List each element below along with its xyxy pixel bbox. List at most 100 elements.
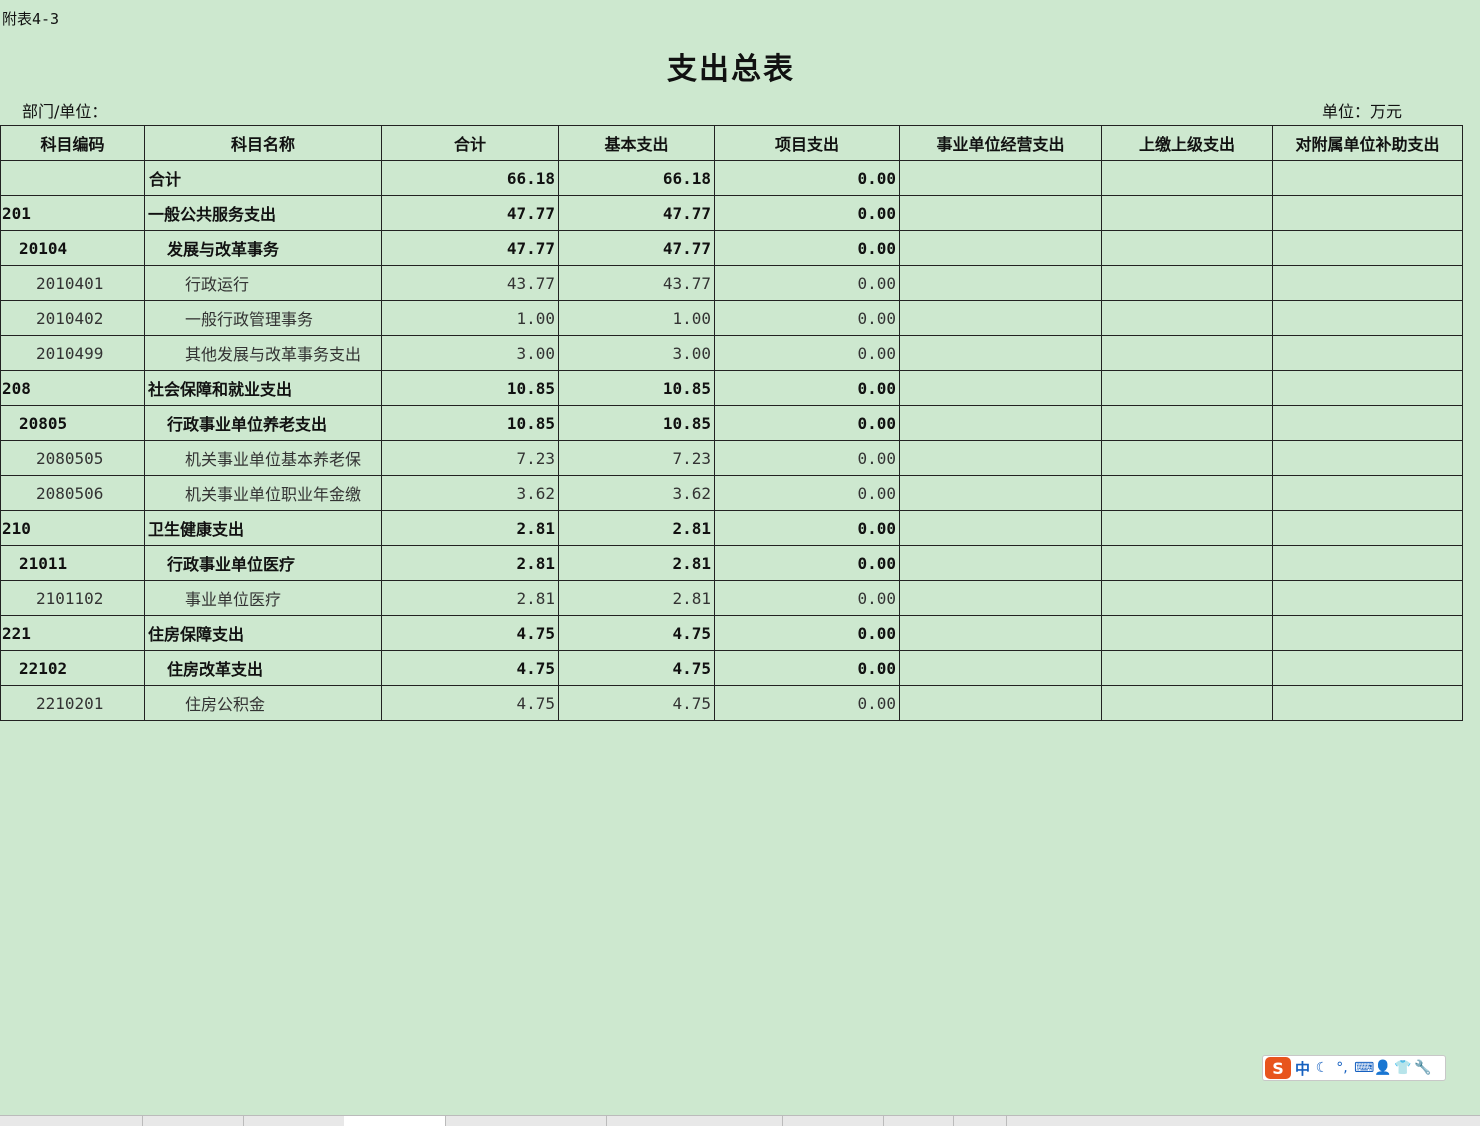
col-header-subsidiary[interactable]: 对附属单位补助支出: [1272, 125, 1463, 161]
cell-project[interactable]: 0.00: [714, 230, 900, 266]
cell-subsidiary[interactable]: [1272, 335, 1463, 371]
cell-project[interactable]: 0.00: [714, 475, 900, 511]
moon-icon[interactable]: ☾: [1314, 1060, 1330, 1076]
punctuation-icon[interactable]: °,: [1334, 1060, 1350, 1076]
cell-business[interactable]: [899, 195, 1102, 231]
cell-name[interactable]: 机关事业单位基本养老保: [144, 440, 382, 476]
cell-project[interactable]: 0.00: [714, 195, 900, 231]
cell-basic[interactable]: 2.81: [558, 545, 715, 581]
cell-basic[interactable]: 10.85: [558, 370, 715, 406]
cell-project[interactable]: 0.00: [714, 160, 900, 196]
col-header-code[interactable]: 科目编码: [0, 125, 145, 161]
cell-upper[interactable]: [1101, 580, 1273, 616]
cell-code[interactable]: 20104: [0, 230, 145, 266]
cell-basic[interactable]: 4.75: [558, 685, 715, 721]
cell-subsidiary[interactable]: [1272, 510, 1463, 546]
cell-subsidiary[interactable]: [1272, 475, 1463, 511]
cell-upper[interactable]: [1101, 230, 1273, 266]
sogou-logo-icon[interactable]: S: [1265, 1057, 1291, 1079]
cell-total[interactable]: 47.77: [381, 230, 559, 266]
cell-business[interactable]: [899, 650, 1102, 686]
col-header-basic[interactable]: 基本支出: [558, 125, 715, 161]
cell-total[interactable]: 43.77: [381, 265, 559, 301]
cell-name[interactable]: 住房保障支出: [144, 615, 382, 651]
cell-total[interactable]: 4.75: [381, 615, 559, 651]
cell-code[interactable]: [0, 160, 145, 196]
cell-total[interactable]: 2.81: [381, 545, 559, 581]
wrench-icon[interactable]: 🔧: [1414, 1060, 1431, 1076]
skin-icon[interactable]: 👕: [1394, 1060, 1411, 1076]
cell-subsidiary[interactable]: [1272, 685, 1463, 721]
cell-name[interactable]: 住房改革支出: [144, 650, 382, 686]
cell-basic[interactable]: 47.77: [558, 195, 715, 231]
cell-project[interactable]: 0.00: [714, 370, 900, 406]
cell-total[interactable]: 66.18: [381, 160, 559, 196]
cell-total[interactable]: 2.81: [381, 580, 559, 616]
cell-upper[interactable]: [1101, 615, 1273, 651]
cell-basic[interactable]: 3.62: [558, 475, 715, 511]
cell-subsidiary[interactable]: [1272, 265, 1463, 301]
cell-total[interactable]: 4.75: [381, 650, 559, 686]
cell-basic[interactable]: 2.81: [558, 580, 715, 616]
cell-project[interactable]: 0.00: [714, 650, 900, 686]
cell-code[interactable]: 208: [0, 370, 145, 406]
cell-project[interactable]: 0.00: [714, 300, 900, 336]
cell-name[interactable]: 卫生健康支出: [144, 510, 382, 546]
cell-project[interactable]: 0.00: [714, 685, 900, 721]
cell-total[interactable]: 3.00: [381, 335, 559, 371]
cell-code[interactable]: 2010499: [0, 335, 145, 371]
cell-upper[interactable]: [1101, 545, 1273, 581]
cell-business[interactable]: [899, 615, 1102, 651]
cell-code[interactable]: 21011: [0, 545, 145, 581]
cell-project[interactable]: 0.00: [714, 440, 900, 476]
cell-code[interactable]: 2101102: [0, 580, 145, 616]
ime-mode-toggle[interactable]: 中: [1295, 1058, 1310, 1079]
user-icon[interactable]: 👤: [1374, 1060, 1391, 1076]
cell-code[interactable]: 201: [0, 195, 145, 231]
cell-business[interactable]: [899, 440, 1102, 476]
cell-code[interactable]: 221: [0, 615, 145, 651]
col-header-business[interactable]: 事业单位经营支出: [899, 125, 1102, 161]
cell-upper[interactable]: [1101, 685, 1273, 721]
cell-upper[interactable]: [1101, 405, 1273, 441]
cell-upper[interactable]: [1101, 335, 1273, 371]
cell-subsidiary[interactable]: [1272, 650, 1463, 686]
cell-total[interactable]: 47.77: [381, 195, 559, 231]
cell-name[interactable]: 行政事业单位养老支出: [144, 405, 382, 441]
cell-subsidiary[interactable]: [1272, 370, 1463, 406]
cell-business[interactable]: [899, 545, 1102, 581]
cell-name[interactable]: 发展与改革事务: [144, 230, 382, 266]
cell-total[interactable]: 10.85: [381, 405, 559, 441]
cell-upper[interactable]: [1101, 370, 1273, 406]
cell-total[interactable]: 10.85: [381, 370, 559, 406]
cell-code[interactable]: 2010402: [0, 300, 145, 336]
cell-basic[interactable]: 1.00: [558, 300, 715, 336]
cell-name[interactable]: 住房公积金: [144, 685, 382, 721]
cell-business[interactable]: [899, 300, 1102, 336]
cell-name[interactable]: 事业单位医疗: [144, 580, 382, 616]
cell-project[interactable]: 0.00: [714, 545, 900, 581]
cell-subsidiary[interactable]: [1272, 195, 1463, 231]
cell-upper[interactable]: [1101, 440, 1273, 476]
cell-basic[interactable]: 4.75: [558, 650, 715, 686]
cell-project[interactable]: 0.00: [714, 510, 900, 546]
cell-name[interactable]: 一般公共服务支出: [144, 195, 382, 231]
cell-business[interactable]: [899, 580, 1102, 616]
cell-project[interactable]: 0.00: [714, 265, 900, 301]
cell-code[interactable]: 2210201: [0, 685, 145, 721]
cell-code[interactable]: 210: [0, 510, 145, 546]
cell-business[interactable]: [899, 405, 1102, 441]
cell-business[interactable]: [899, 475, 1102, 511]
cell-subsidiary[interactable]: [1272, 545, 1463, 581]
cell-code[interactable]: 20805: [0, 405, 145, 441]
cell-subsidiary[interactable]: [1272, 615, 1463, 651]
cell-business[interactable]: [899, 265, 1102, 301]
cell-basic[interactable]: 43.77: [558, 265, 715, 301]
cell-name[interactable]: 一般行政管理事务: [144, 300, 382, 336]
cell-business[interactable]: [899, 685, 1102, 721]
cell-basic[interactable]: 10.85: [558, 405, 715, 441]
cell-upper[interactable]: [1101, 510, 1273, 546]
cell-upper[interactable]: [1101, 650, 1273, 686]
cell-name[interactable]: 行政运行: [144, 265, 382, 301]
cell-business[interactable]: [899, 370, 1102, 406]
